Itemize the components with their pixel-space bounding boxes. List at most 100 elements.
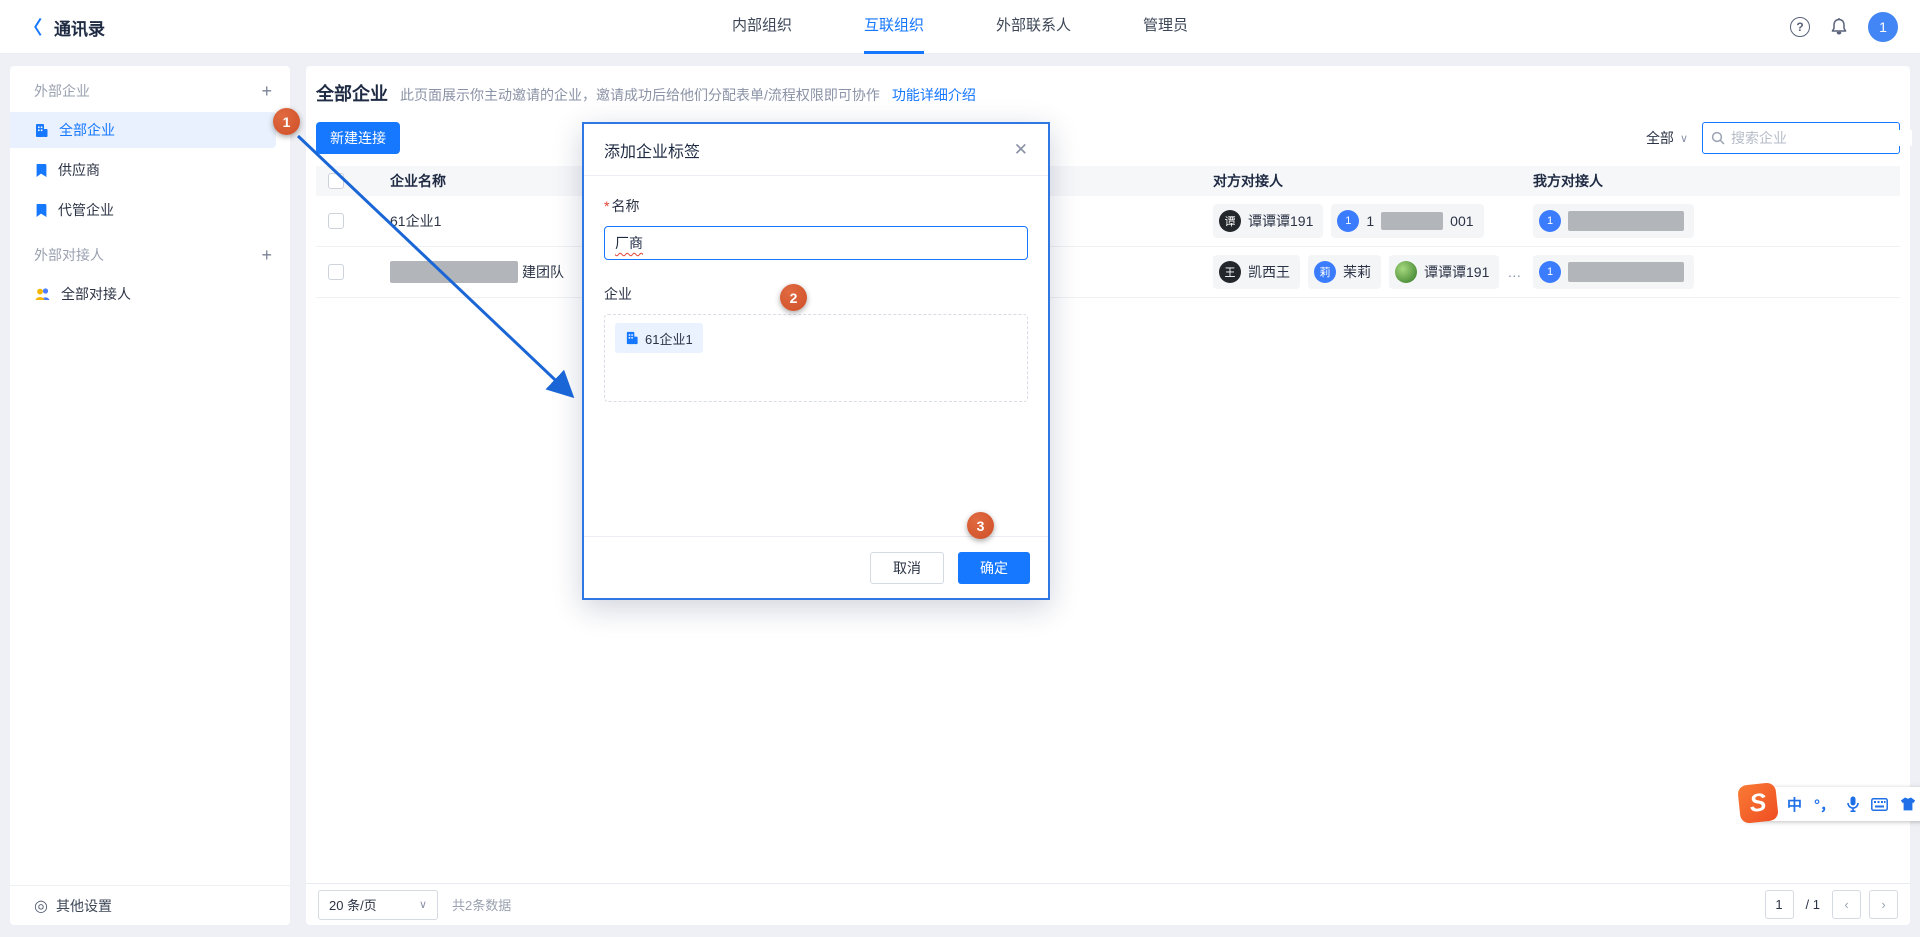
- search-input[interactable]: [1731, 130, 1912, 146]
- contact-chip[interactable]: 谭谭谭191: [1389, 255, 1499, 289]
- table-footer: 20 条/页 ∨ 共2条数据 1 / 1 ‹ ›: [306, 883, 1910, 925]
- avatar: 1: [1337, 210, 1359, 232]
- feature-intro-link[interactable]: 功能详细介绍: [892, 85, 976, 105]
- confirm-button[interactable]: 确定: [958, 552, 1030, 584]
- contact-name: 谭谭谭191: [1424, 262, 1489, 282]
- main-panel: 全部企业 此页面展示你主动邀请的企业，邀请成功后给他们分配表单/流程权限即可协作…: [306, 66, 1910, 925]
- company-tag-label: 61企业1: [645, 329, 693, 348]
- new-connection-button[interactable]: 新建连接: [316, 122, 400, 154]
- company-tag[interactable]: 61企业1: [615, 323, 703, 353]
- redacted-text: [1381, 212, 1443, 230]
- step-badge-1: 1: [273, 108, 300, 135]
- contact-chip[interactable]: 莉 茉莉: [1308, 255, 1381, 289]
- avatar: 王: [1219, 261, 1241, 283]
- sidebar-other-settings[interactable]: ◎ 其他设置: [10, 885, 290, 925]
- people-icon: [34, 287, 51, 301]
- cancel-button[interactable]: 取消: [870, 552, 944, 584]
- settings-target-icon: ◎: [34, 896, 48, 916]
- sidebar-group-external-contacts: 外部对接人 +: [10, 236, 290, 274]
- bell-icon[interactable]: [1830, 18, 1848, 37]
- table-row[interactable]: 建团队 王 凯西王 莉 茉莉 谭谭谭191 … 1: [316, 247, 1900, 298]
- user-avatar[interactable]: 1: [1868, 12, 1898, 42]
- search-box: [1702, 122, 1900, 154]
- contact-name-prefix: 1: [1366, 213, 1374, 229]
- sogou-logo-icon[interactable]: S: [1737, 782, 1779, 824]
- sidebar: 外部企业 + 全部企业 供应商 代管企业 外部对接人 + 全部对接人 ◎ 其他设…: [10, 66, 290, 925]
- filter-dropdown[interactable]: 全部 ∨: [1646, 128, 1688, 148]
- contact-name: 谭谭谭191: [1248, 211, 1313, 231]
- table-row[interactable]: 61企业1 谭 谭谭谭191 1 1 001 1: [316, 196, 1900, 247]
- ime-chinese-mode-icon[interactable]: 中: [1787, 794, 1802, 815]
- next-page-button[interactable]: ›: [1869, 890, 1898, 919]
- tag-name-value: 厂商: [615, 233, 643, 253]
- row-checkbox[interactable]: [328, 213, 344, 229]
- column-header-our-contact: 我方对接人: [1533, 171, 1603, 191]
- page-size-value: 20 条/页: [329, 895, 377, 914]
- table-toolbar: 新建连接 全部 ∨: [316, 122, 1900, 154]
- chevron-down-icon: ∨: [419, 898, 427, 911]
- modal-header: 添加企业标签 ✕: [584, 124, 1048, 176]
- sidebar-item-label: 代管企业: [58, 200, 114, 220]
- column-header-company: 企业名称: [390, 171, 446, 191]
- sidebar-item-all-contacts[interactable]: 全部对接人: [10, 276, 276, 312]
- avatar: 谭: [1219, 210, 1241, 232]
- tab-admin[interactable]: 管理员: [1143, 0, 1188, 54]
- column-header-their-contact: 对方对接人: [1213, 171, 1283, 191]
- company-select-area[interactable]: 61企业1: [604, 314, 1028, 402]
- microphone-icon[interactable]: [1847, 796, 1859, 812]
- sidebar-item-all-enterprises[interactable]: 全部企业: [10, 112, 276, 148]
- contact-chip[interactable]: 王 凯西王: [1213, 255, 1300, 289]
- contact-name-suffix: 001: [1450, 213, 1473, 229]
- bookmark-icon: [34, 203, 48, 218]
- tab-external-contacts[interactable]: 外部联系人: [996, 0, 1071, 54]
- avatar: 莉: [1314, 261, 1336, 283]
- contact-name: 茉莉: [1343, 262, 1371, 282]
- tab-internal-org[interactable]: 内部组织: [732, 0, 792, 54]
- building-icon: [625, 331, 639, 345]
- building-icon: [34, 123, 49, 138]
- ime-punctuation-icon[interactable]: °，: [1814, 794, 1835, 815]
- contact-chip[interactable]: 1 1 001: [1331, 204, 1483, 238]
- name-field-label: *名称: [604, 196, 1028, 216]
- page-size-select[interactable]: 20 条/页 ∨: [318, 890, 438, 920]
- skin-tshirt-icon[interactable]: [1900, 797, 1916, 811]
- page-description: 此页面展示你主动邀请的企业，邀请成功后给他们分配表单/流程权限即可协作: [400, 85, 880, 105]
- add-enterprise-tag-icon[interactable]: +: [261, 82, 272, 100]
- contact-name: 凯西王: [1248, 262, 1290, 282]
- avatar: 1: [1539, 210, 1561, 232]
- sidebar-group-external-enterprise: 外部企业 +: [10, 72, 290, 110]
- company-name-suffix: 建团队: [522, 262, 564, 282]
- modal-footer: 取消 确定: [584, 536, 1048, 598]
- contact-chip[interactable]: 谭 谭谭谭191: [1213, 204, 1323, 238]
- topbar: 〈 通讯录 内部组织 互联组织 外部联系人 管理员 ? 1: [0, 0, 1920, 54]
- redacted-text: [1568, 211, 1684, 231]
- contact-chip[interactable]: 1: [1533, 255, 1694, 289]
- contact-chip[interactable]: 1: [1533, 204, 1694, 238]
- soft-keyboard-icon[interactable]: [1871, 798, 1888, 811]
- row-checkbox[interactable]: [328, 264, 344, 280]
- page-title: 全部企业: [316, 80, 388, 106]
- current-page-input[interactable]: 1: [1765, 890, 1794, 919]
- page-header: 全部企业 此页面展示你主动邀请的企业，邀请成功后给他们分配表单/流程权限即可协作…: [316, 80, 1900, 106]
- total-count: 共2条数据: [452, 895, 511, 914]
- company-name: 61企业1: [390, 211, 441, 231]
- step-badge-3: 3: [967, 512, 994, 539]
- help-icon[interactable]: ?: [1790, 17, 1810, 37]
- company-field-label: 企业: [604, 284, 1028, 304]
- select-all-checkbox[interactable]: [328, 173, 344, 189]
- sidebar-item-suppliers[interactable]: 供应商: [10, 152, 276, 188]
- table-header-row: 企业名称 对方对接人 我方对接人: [316, 166, 1900, 196]
- sidebar-item-managed-enterprises[interactable]: 代管企业: [10, 192, 276, 228]
- other-settings-label: 其他设置: [56, 896, 112, 916]
- sidebar-group-label: 外部企业: [34, 81, 90, 101]
- sidebar-item-label: 全部企业: [59, 120, 115, 140]
- more-contacts-icon[interactable]: …: [1507, 264, 1523, 280]
- close-icon[interactable]: ✕: [1014, 140, 1028, 160]
- tab-connected-org[interactable]: 互联组织: [864, 0, 924, 54]
- tag-name-input[interactable]: 厂商: [604, 226, 1028, 260]
- sidebar-item-label: 供应商: [58, 160, 100, 180]
- nav-tabs: 内部组织 互联组织 外部联系人 管理员: [0, 0, 1920, 54]
- add-contact-tag-icon[interactable]: +: [261, 246, 272, 264]
- prev-page-button[interactable]: ‹: [1832, 890, 1861, 919]
- modal-title: 添加企业标签: [604, 138, 700, 162]
